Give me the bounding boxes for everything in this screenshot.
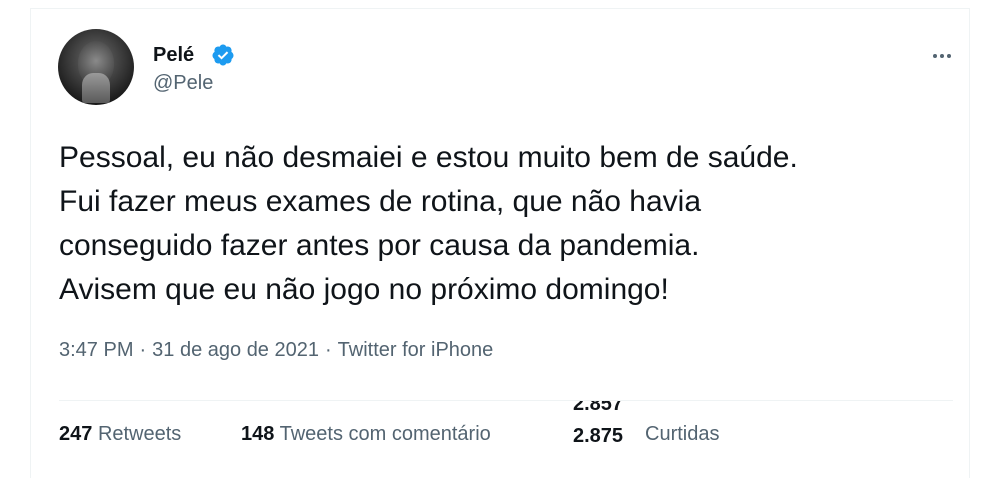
tweet-text: Pessoal, eu não desmaiei e estou muito b… bbox=[59, 136, 959, 312]
tweet-line: conseguido fazer antes por causa da pand… bbox=[59, 229, 700, 262]
retweets-count: 247 bbox=[59, 423, 93, 445]
author-handle[interactable]: @Pele bbox=[153, 72, 213, 95]
avatar[interactable] bbox=[58, 29, 134, 105]
tweet-line: Pessoal, eu não desmaiei e estou muito b… bbox=[59, 141, 798, 174]
author-display-name[interactable]: Pelé bbox=[153, 44, 194, 67]
meta-separator: · bbox=[324, 339, 332, 361]
quotes-count: 148 bbox=[241, 423, 275, 445]
likes-count-rolling: 2.857 2.875 bbox=[573, 401, 633, 447]
tweet-line: Fui fazer meus exames de rotina, que não… bbox=[59, 185, 702, 218]
tweet-time[interactable]: 3:47 PM bbox=[59, 339, 133, 361]
divider bbox=[59, 400, 953, 401]
avatar-hands bbox=[82, 73, 110, 103]
likes-count-old: 2.857 bbox=[573, 401, 624, 415]
tweet-card: Pelé @Pele Pessoal, eu não desmaiei e es… bbox=[30, 8, 970, 478]
retweets-stat[interactable]: 247 Retweets bbox=[59, 423, 181, 446]
retweets-label: Retweets bbox=[97, 423, 182, 445]
tweet-date[interactable]: 31 de ago de 2021 bbox=[152, 339, 319, 361]
meta-separator: · bbox=[139, 339, 147, 361]
likes-count: 2.875 bbox=[573, 425, 624, 447]
tweet-source-link[interactable]: Twitter for iPhone bbox=[338, 339, 494, 361]
more-horizontal-icon bbox=[933, 54, 937, 58]
quote-tweets-stat[interactable]: 148 Tweets com comentário bbox=[241, 423, 491, 446]
likes-label: Curtidas bbox=[645, 423, 720, 445]
tweet-metadata: 3:47 PM · 31 de ago de 2021 · Twitter for iP… bbox=[59, 339, 493, 362]
quotes-label: Tweets com comentário bbox=[279, 423, 491, 445]
verified-badge-icon bbox=[212, 44, 234, 66]
tweet-line: Avisem que eu não jogo no próximo doming… bbox=[59, 273, 669, 306]
more-options-button[interactable] bbox=[927, 41, 957, 71]
